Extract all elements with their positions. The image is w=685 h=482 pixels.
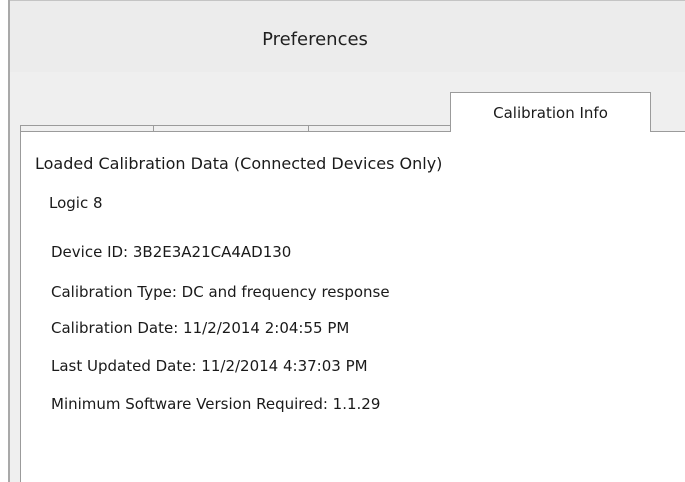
title-bar[interactable]: Preferences [10,0,685,72]
calibration-type: Calibration Type: DC and frequency respo… [51,283,390,301]
window-title: Preferences [262,29,368,50]
preferences-window: Preferences Capture Interaction Develope… [0,0,685,482]
section-label: Loaded Calibration Data (Connected Devic… [35,154,443,173]
last-updated-date: Last Updated Date: 11/2/2014 4:37:03 PM [51,357,368,375]
minimum-software-version: Minimum Software Version Required: 1.1.2… [51,395,381,413]
calibration-date: Calibration Date: 11/2/2014 2:04:55 PM [51,319,350,337]
device-name: Logic 8 [49,194,103,212]
tab-calibration-info[interactable]: Calibration Info [450,92,651,132]
calibration-info-panel: Loaded Calibration Data (Connected Devic… [20,131,685,482]
device-id: Device ID: 3B2E3A21CA4AD130 [51,243,292,261]
